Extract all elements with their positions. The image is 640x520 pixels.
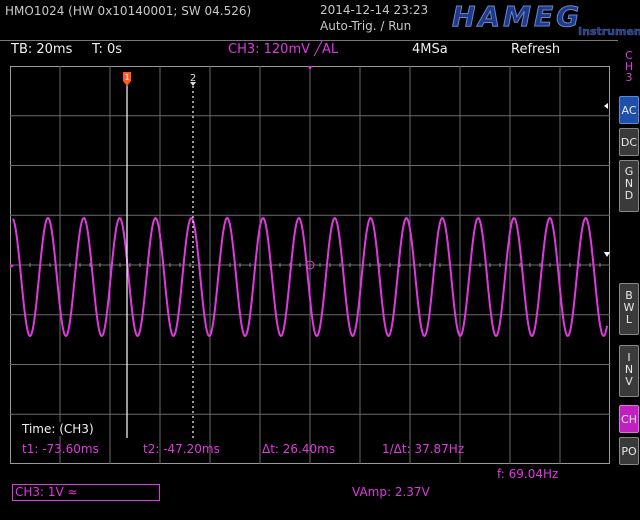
hameg-logo: HAMEG: [451, 0, 583, 34]
bandwidth-limit-button[interactable]: B W L: [619, 283, 639, 335]
cursor-1-label: 1: [124, 73, 129, 82]
invert-button[interactable]: I N V: [619, 345, 639, 397]
frequency-measurement: f: 69.04Hz: [497, 467, 559, 481]
scope-grid[interactable]: 1 2: [10, 66, 610, 464]
timebase[interactable]: TB: 20ms: [11, 42, 72, 57]
cursor-delta-t-value: Δt: 26.40ms: [262, 442, 336, 456]
datetime: 2014-12-14 23:23: [320, 3, 429, 17]
trigger-mode: Auto-Trig. / Run: [320, 19, 412, 33]
coupling-ac-button[interactable]: AC: [619, 96, 639, 124]
cursor-t1-value: t1: -73.60ms: [22, 442, 99, 456]
hameg-logo-sub: Instruments: [578, 25, 640, 38]
coupling-dc-button[interactable]: DC: [619, 128, 639, 156]
device-info: HMO1024 (HW 0x10140001; SW 04.526): [5, 4, 252, 18]
ch3-trigger-setting[interactable]: CH3: 120mV ╱AL: [228, 42, 338, 57]
vamp-measurement: VAmp: 2.37V: [352, 485, 430, 499]
sample-rate: 4MSa: [412, 42, 448, 57]
ch3-scale-box[interactable]: CH3: 1V ≈: [12, 484, 160, 501]
acquire-mode[interactable]: Refresh: [511, 42, 560, 57]
side-menu-channel-label: C H 3: [624, 49, 634, 84]
cursor-inv-delta-t-value: 1/Δt: 37.87Hz: [382, 442, 465, 456]
coupling-gnd-button[interactable]: G N D: [619, 160, 639, 212]
cursor-t2-value: t2: -47.20ms: [143, 442, 220, 456]
position-button[interactable]: PO: [619, 437, 639, 465]
channel-button[interactable]: CH: [619, 405, 639, 433]
trigger-time[interactable]: T: 0s: [92, 42, 122, 57]
cursor-measure-title: Time: (CH3): [22, 422, 94, 436]
